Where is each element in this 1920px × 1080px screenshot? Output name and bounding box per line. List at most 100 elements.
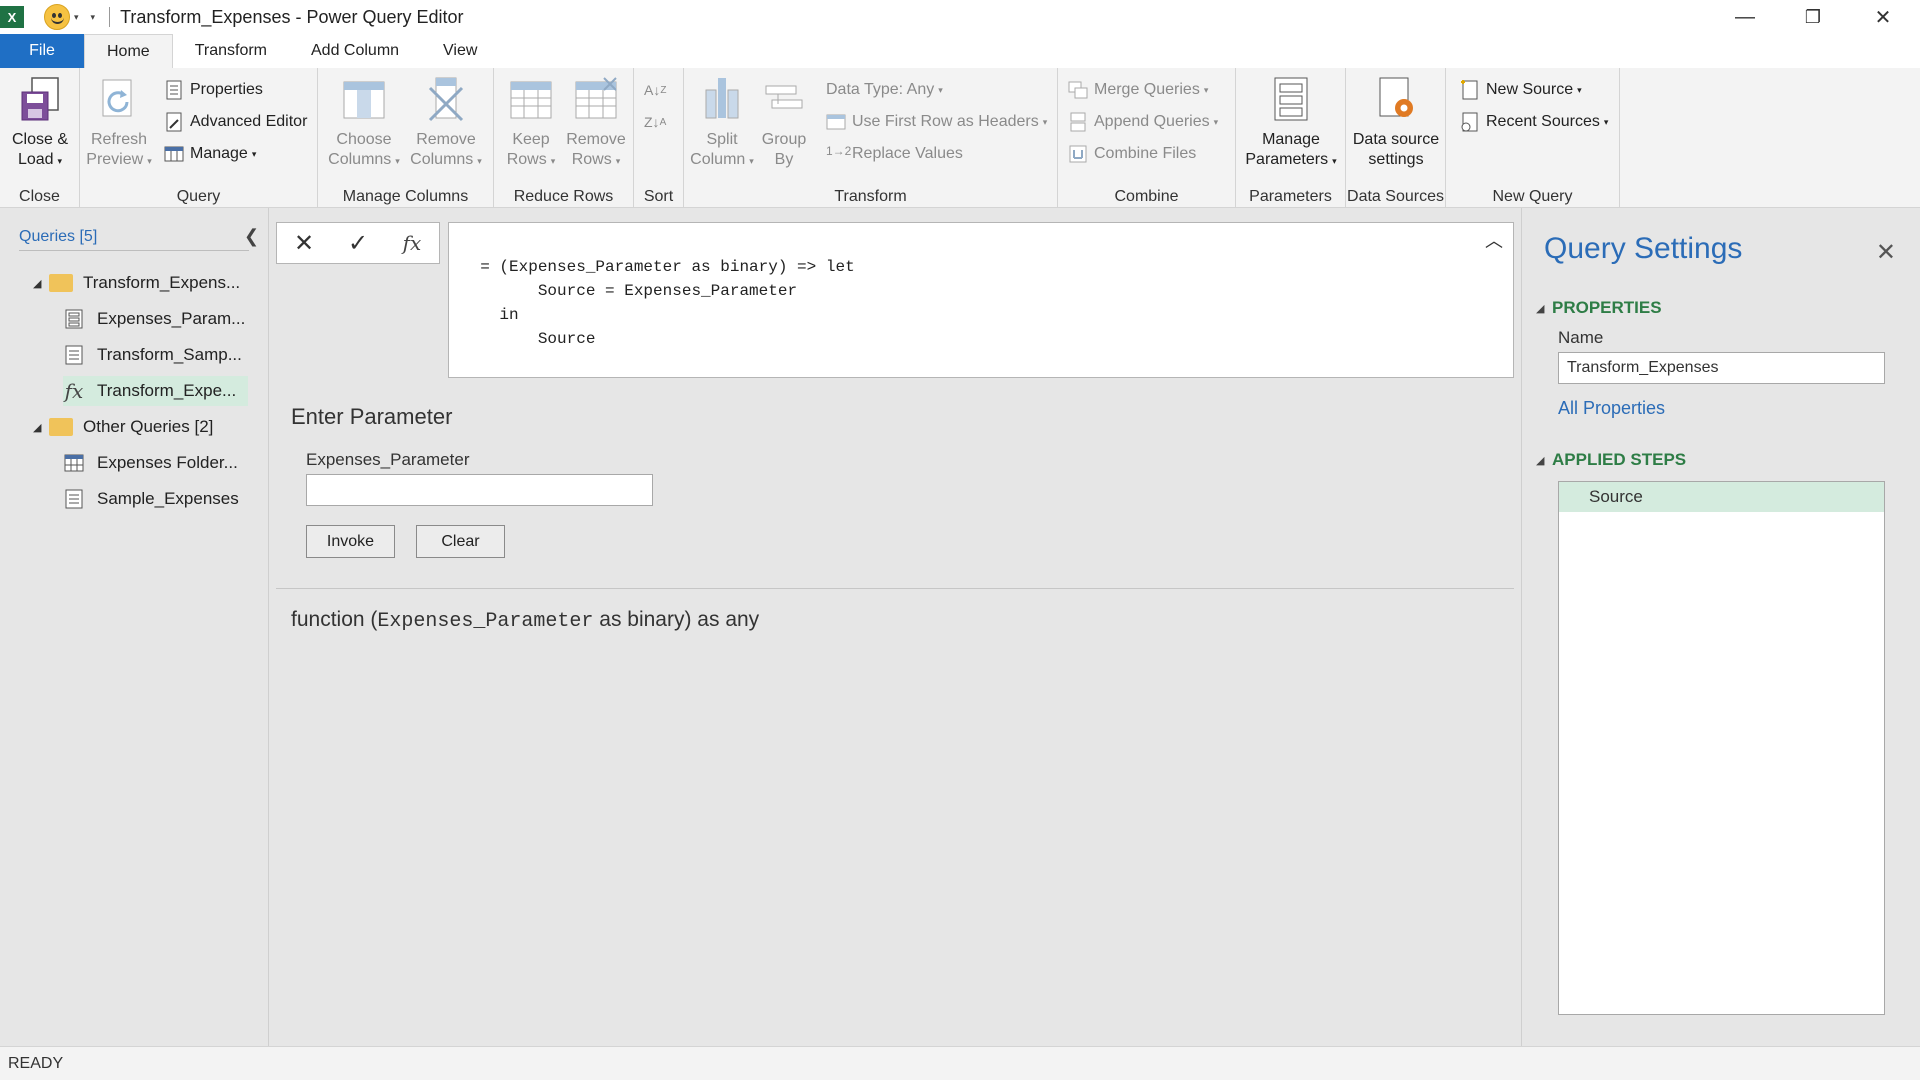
keep-rows-label-2: Rows ▾: [506, 151, 556, 168]
function-signature: function (Expenses_Parameter as binary) …: [291, 608, 759, 633]
manage-button[interactable]: Manage ▾: [164, 142, 256, 166]
close-window-button[interactable]: ✕: [1848, 0, 1918, 34]
tab-home[interactable]: Home: [84, 34, 173, 68]
combine-group-label: Combine: [1114, 188, 1179, 205]
restore-button[interactable]: ❐: [1778, 0, 1848, 34]
name-label: Name: [1558, 328, 1604, 347]
tab-view[interactable]: View: [421, 34, 499, 68]
queries-header[interactable]: Queries [5]: [19, 228, 97, 246]
commit-formula-icon[interactable]: ✓: [338, 229, 378, 258]
feedback-dropdown-icon[interactable]: ▾: [74, 12, 79, 23]
advanced-editor-button[interactable]: Advanced Editor: [164, 110, 307, 134]
clear-button[interactable]: Clear: [416, 525, 505, 558]
query-item-expenses-folder[interactable]: Expenses Folder...: [63, 448, 248, 478]
choose-columns-label-2: Columns ▾: [328, 151, 400, 168]
feedback-smiley-icon[interactable]: [44, 4, 70, 30]
query-group-transform-expenses[interactable]: ◢ Transform_Expens...: [33, 268, 248, 298]
data-source-settings-label-2: settings: [1368, 151, 1424, 168]
append-queries-button[interactable]: Append Queries ▾: [1068, 110, 1218, 134]
keep-rows-icon: [510, 81, 552, 119]
query-group-other-queries[interactable]: ◢ Other Queries [2]: [33, 412, 248, 442]
quick-access-customize-icon[interactable]: ▾: [91, 12, 96, 23]
group-by-button[interactable]: Group By: [758, 76, 810, 170]
cancel-formula-icon[interactable]: ✕: [284, 229, 324, 258]
close-load-icon: [21, 77, 59, 121]
reduce-rows-label: Reduce Rows: [513, 188, 614, 205]
tab-add-column[interactable]: Add Column: [289, 34, 421, 68]
manage-parameters-button[interactable]: Manage Parameters ▾: [1242, 76, 1340, 171]
properties-button[interactable]: Properties: [164, 78, 263, 102]
parameter-input[interactable]: [306, 474, 653, 506]
properties-section-header[interactable]: ◢ PROPERTIES: [1536, 298, 1662, 318]
use-first-row-headers-button[interactable]: Use First Row as Headers ▾: [826, 110, 1047, 134]
remove-columns-label-2: Columns ▾: [410, 151, 482, 168]
keep-rows-button[interactable]: Keep Rows ▾: [502, 76, 560, 171]
recent-sources-button[interactable]: Recent Sources ▾: [1460, 110, 1608, 134]
refresh-preview-button[interactable]: Refresh Preview ▾: [84, 76, 154, 171]
all-properties-link[interactable]: All Properties: [1558, 398, 1665, 419]
group-by-icon: [765, 85, 803, 109]
sort-ascending-icon[interactable]: A↓ Z: [644, 78, 666, 102]
transform-group-label: Transform: [834, 188, 907, 205]
expand-triangle-icon[interactable]: ◢: [33, 421, 49, 434]
table-icon: [63, 452, 85, 474]
replace-values-button[interactable]: 1→2 Replace Values: [826, 142, 963, 166]
group-by-label-2: By: [774, 151, 794, 168]
recent-sources-icon: [1461, 112, 1478, 132]
applied-steps-list: Source: [1558, 481, 1885, 1015]
new-source-button[interactable]: New Source ▾: [1460, 78, 1582, 102]
parameters-group: Manage Parameters ▾ Parameters: [1236, 68, 1346, 208]
excel-icon[interactable]: X: [0, 6, 24, 28]
invoke-button[interactable]: Invoke: [306, 525, 395, 558]
expand-triangle-icon[interactable]: ◢: [33, 277, 49, 290]
collapse-triangle-icon[interactable]: ◢: [1536, 302, 1552, 315]
query-item-transform-sample[interactable]: Transform_Samp...: [63, 340, 248, 370]
split-column-icon: [705, 78, 739, 119]
formula-bar[interactable]: = (Expenses_Parameter as binary) => let …: [448, 222, 1514, 378]
merge-queries-button[interactable]: Merge Queries ▾: [1068, 78, 1208, 102]
remove-rows-button[interactable]: Remove Rows ▾: [562, 76, 630, 171]
insert-step-fx-icon[interactable]: fx: [392, 231, 432, 255]
query-settings-pane: Query Settings ✕ ◢ PROPERTIES Name Trans…: [1521, 208, 1920, 1046]
folder-icon: [49, 418, 73, 436]
content-divider: [276, 588, 1514, 589]
close-load-button[interactable]: Close & Load ▾: [8, 76, 72, 171]
replace-values-icon: 1→2: [826, 144, 852, 158]
collapse-triangle-icon[interactable]: ◢: [1536, 454, 1552, 467]
sort-descending-icon[interactable]: Z↓ A: [644, 110, 666, 134]
formula-buttons: ✕ ✓ fx: [276, 222, 440, 264]
data-source-settings-button[interactable]: Data source settings: [1348, 76, 1444, 170]
split-column-button[interactable]: Split Column ▾: [688, 76, 756, 171]
tab-transform[interactable]: Transform: [173, 34, 289, 68]
close-group-label: Close: [19, 188, 60, 205]
tab-file[interactable]: File: [0, 34, 84, 68]
close-settings-icon[interactable]: ✕: [1876, 238, 1896, 267]
signature-prefix: function (: [291, 608, 378, 631]
signature-suffix: as binary) as any: [593, 608, 760, 631]
merge-queries-icon: [1068, 81, 1088, 99]
step-source[interactable]: Source: [1559, 482, 1884, 512]
title-separator: [109, 7, 111, 27]
query-item-sample-expenses[interactable]: Sample_Expenses: [63, 484, 248, 514]
query-item-transform-expenses-function[interactable]: fx Transform_Expe...: [63, 376, 248, 406]
data-type-dropdown[interactable]: Data Type: Any ▾: [826, 78, 943, 102]
choose-columns-button[interactable]: Choose Columns ▾: [326, 76, 402, 171]
collapse-queries-icon[interactable]: ❮: [244, 226, 259, 247]
minimize-button[interactable]: —: [1710, 0, 1780, 34]
manage-columns-label: Manage Columns: [342, 188, 469, 205]
data-source-settings-icon: [1379, 77, 1413, 117]
remove-rows-icon: [575, 77, 617, 119]
manage-parameters-icon: [1274, 77, 1308, 121]
collapse-formula-icon[interactable]: ︿: [1485, 229, 1503, 253]
combine-files-button[interactable]: Combine Files: [1068, 142, 1196, 166]
query-group-label: Query: [176, 188, 221, 205]
query-item-expenses-parameter[interactable]: Expenses_Param...: [63, 304, 248, 334]
query-settings-title: Query Settings: [1544, 232, 1743, 265]
manage-columns-group: Choose Columns ▾ Remove Columns ▾ Manage C…: [318, 68, 494, 208]
query-name-input[interactable]: Transform_Expenses: [1558, 352, 1885, 384]
new-query-group-label: New Query: [1492, 188, 1573, 205]
sort-group-label: Sort: [643, 188, 674, 205]
applied-steps-section-header[interactable]: ◢ APPLIED STEPS: [1536, 450, 1686, 470]
append-queries-icon: [1070, 112, 1086, 132]
remove-columns-button[interactable]: Remove Columns ▾: [406, 76, 486, 171]
